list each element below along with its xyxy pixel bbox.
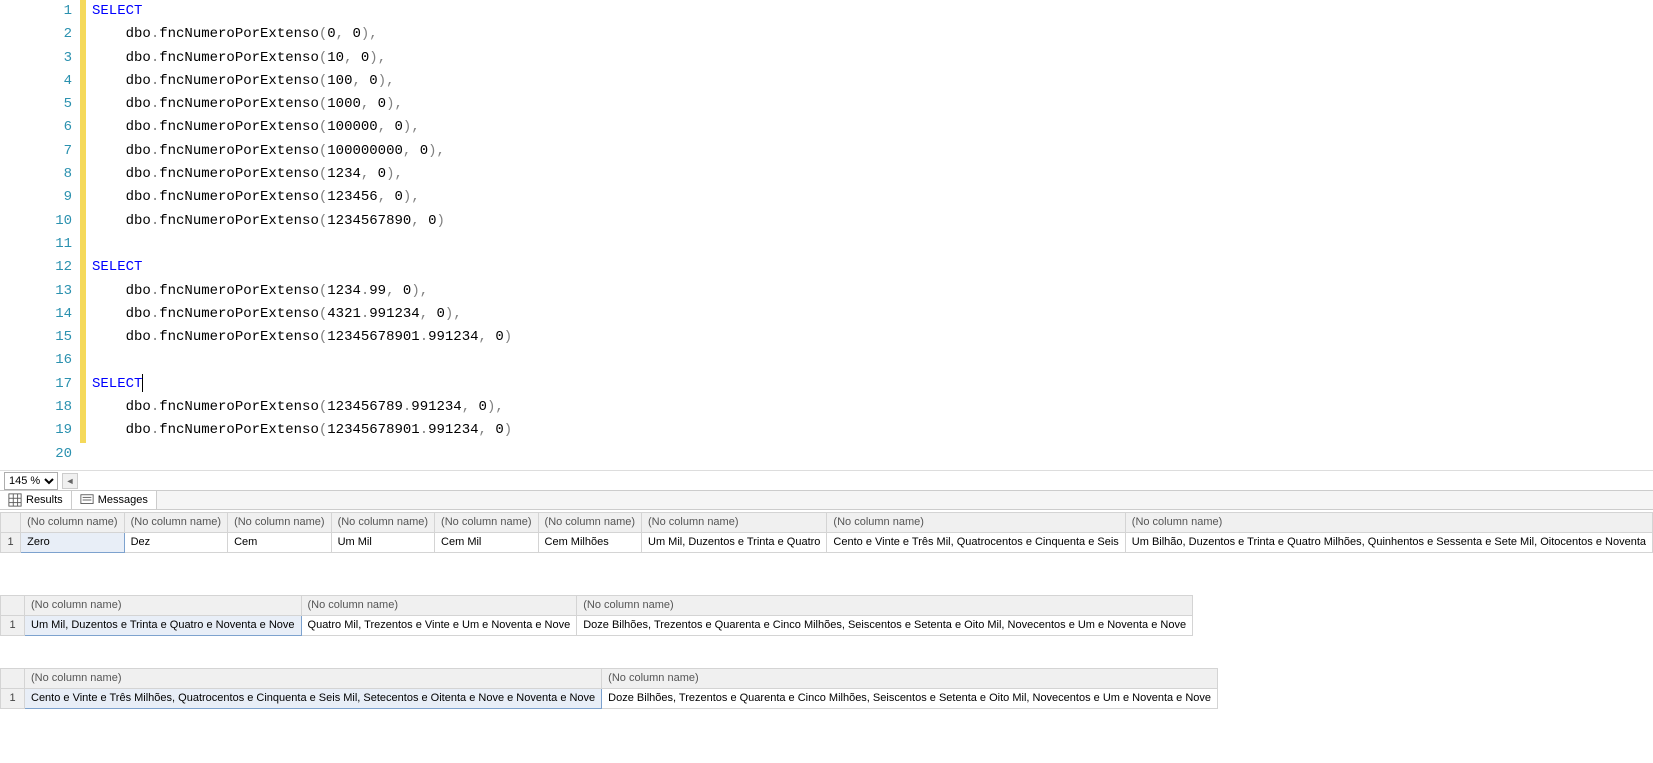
row-number-cell[interactable]: 1 xyxy=(1,689,25,709)
code-line[interactable]: dbo.fncNumeroPorExtenso(100000000, 0), xyxy=(92,140,1653,163)
result-cell[interactable]: Cem xyxy=(228,533,331,553)
tab-results-label: Results xyxy=(26,494,63,506)
line-number: 13 xyxy=(0,280,72,303)
row-number-header xyxy=(1,596,25,616)
results-grid-2-wrap: (No column name)(No column name)(No colu… xyxy=(0,595,1653,636)
results-grid-1[interactable]: (No column name)(No column name)(No colu… xyxy=(0,512,1653,553)
line-number: 7 xyxy=(0,140,72,163)
messages-icon xyxy=(80,493,94,507)
grid-icon xyxy=(8,493,22,507)
code-line[interactable]: dbo.fncNumeroPorExtenso(0, 0), xyxy=(92,23,1653,46)
code-line[interactable]: dbo.fncNumeroPorExtenso(1234.99, 0), xyxy=(92,280,1653,303)
line-number: 18 xyxy=(0,396,72,419)
code-line[interactable] xyxy=(92,233,1653,256)
result-cell[interactable]: Doze Bilhões, Trezentos e Quarenta e Cin… xyxy=(577,616,1193,636)
line-number: 11 xyxy=(0,233,72,256)
column-header[interactable]: (No column name) xyxy=(228,513,331,533)
code-line[interactable]: dbo.fncNumeroPorExtenso(1234, 0), xyxy=(92,163,1653,186)
line-number: 1 xyxy=(0,0,72,23)
line-number: 3 xyxy=(0,47,72,70)
result-cell[interactable]: Doze Bilhões, Trezentos e Quarenta e Cin… xyxy=(602,689,1218,709)
result-cell[interactable]: Um Bilhão, Duzentos e Trinta e Quatro Mi… xyxy=(1125,533,1652,553)
code-line[interactable]: dbo.fncNumeroPorExtenso(123456, 0), xyxy=(92,186,1653,209)
line-number: 20 xyxy=(0,443,72,466)
column-header[interactable]: (No column name) xyxy=(21,513,124,533)
code-line[interactable]: dbo.fncNumeroPorExtenso(100000, 0), xyxy=(92,116,1653,139)
column-header[interactable]: (No column name) xyxy=(1125,513,1652,533)
scroll-left-button[interactable]: ◄ xyxy=(62,473,78,489)
line-number: 19 xyxy=(0,419,72,442)
code-line[interactable]: SELECT xyxy=(92,256,1653,279)
line-number: 10 xyxy=(0,210,72,233)
code-line[interactable]: dbo.fncNumeroPorExtenso(12345678901.9912… xyxy=(92,326,1653,349)
column-header[interactable]: (No column name) xyxy=(25,669,602,689)
results-tabs: Results Messages xyxy=(0,490,1653,510)
results-grid-3[interactable]: (No column name)(No column name)1Cento e… xyxy=(0,668,1218,709)
zoom-select[interactable]: 145 % xyxy=(4,472,58,490)
line-number-gutter: 1234567891011121314151617181920 xyxy=(0,0,80,470)
result-cell[interactable]: Cem Milhões xyxy=(538,533,641,553)
result-cell[interactable]: Um Mil, Duzentos e Trinta e Quatro xyxy=(642,533,827,553)
code-line[interactable]: dbo.fncNumeroPorExtenso(12345678901.9912… xyxy=(92,419,1653,442)
column-header[interactable]: (No column name) xyxy=(577,596,1193,616)
code-line[interactable]: dbo.fncNumeroPorExtenso(1234567890, 0) xyxy=(92,210,1653,233)
column-header[interactable]: (No column name) xyxy=(602,669,1218,689)
row-number-cell[interactable]: 1 xyxy=(1,533,21,553)
code-line[interactable]: SELECT xyxy=(92,373,1653,396)
line-number: 14 xyxy=(0,303,72,326)
line-number: 12 xyxy=(0,256,72,279)
code-line[interactable] xyxy=(92,443,1653,466)
line-number: 9 xyxy=(0,186,72,209)
column-header[interactable]: (No column name) xyxy=(25,596,302,616)
column-header[interactable]: (No column name) xyxy=(435,513,538,533)
result-cell[interactable]: Zero xyxy=(21,533,124,553)
row-number-cell[interactable]: 1 xyxy=(1,616,25,636)
results-grid-2[interactable]: (No column name)(No column name)(No colu… xyxy=(0,595,1193,636)
column-header[interactable]: (No column name) xyxy=(642,513,827,533)
line-number: 4 xyxy=(0,70,72,93)
result-cell[interactable]: Dez xyxy=(124,533,227,553)
result-cell[interactable]: Cento e Vinte e Três Milhões, Quatrocent… xyxy=(25,689,602,709)
column-header[interactable]: (No column name) xyxy=(301,596,577,616)
line-number: 15 xyxy=(0,326,72,349)
line-number: 2 xyxy=(0,23,72,46)
column-header[interactable]: (No column name) xyxy=(538,513,641,533)
tab-messages[interactable]: Messages xyxy=(72,491,157,509)
results-pane[interactable]: (No column name)(No column name)(No colu… xyxy=(0,510,1653,763)
result-cell[interactable]: Um Mil, Duzentos e Trinta e Quatro e Nov… xyxy=(25,616,302,636)
line-number: 16 xyxy=(0,349,72,372)
results-grid-1-wrap: (No column name)(No column name)(No colu… xyxy=(0,512,1653,553)
column-header[interactable]: (No column name) xyxy=(124,513,227,533)
row-number-header xyxy=(1,513,21,533)
column-header[interactable]: (No column name) xyxy=(331,513,434,533)
code-line[interactable] xyxy=(92,349,1653,372)
tab-results[interactable]: Results xyxy=(0,491,72,509)
results-grid-3-wrap: (No column name)(No column name)1Cento e… xyxy=(0,668,1653,709)
code-line[interactable]: dbo.fncNumeroPorExtenso(10, 0), xyxy=(92,47,1653,70)
line-number: 5 xyxy=(0,93,72,116)
code-line[interactable]: dbo.fncNumeroPorExtenso(4321.991234, 0), xyxy=(92,303,1653,326)
code-text-area[interactable]: SELECT dbo.fncNumeroPorExtenso(0, 0), db… xyxy=(86,0,1653,470)
result-cell[interactable]: Cem Mil xyxy=(435,533,538,553)
code-line[interactable]: dbo.fncNumeroPorExtenso(100, 0), xyxy=(92,70,1653,93)
tab-messages-label: Messages xyxy=(98,494,148,506)
row-number-header xyxy=(1,669,25,689)
sql-editor-pane[interactable]: 1234567891011121314151617181920 SELECT d… xyxy=(0,0,1653,470)
line-number: 6 xyxy=(0,116,72,139)
line-number: 8 xyxy=(0,163,72,186)
result-cell[interactable]: Quatro Mil, Trezentos e Vinte e Um e Nov… xyxy=(301,616,577,636)
result-cell[interactable]: Um Mil xyxy=(331,533,434,553)
column-header[interactable]: (No column name) xyxy=(827,513,1125,533)
code-line[interactable]: dbo.fncNumeroPorExtenso(1000, 0), xyxy=(92,93,1653,116)
code-line[interactable]: dbo.fncNumeroPorExtenso(123456789.991234… xyxy=(92,396,1653,419)
zoom-bar: 145 % ◄ xyxy=(0,470,1653,490)
code-line[interactable]: SELECT xyxy=(92,0,1653,23)
result-cell[interactable]: Cento e Vinte e Três Mil, Quatrocentos e… xyxy=(827,533,1125,553)
line-number: 17 xyxy=(0,373,72,396)
